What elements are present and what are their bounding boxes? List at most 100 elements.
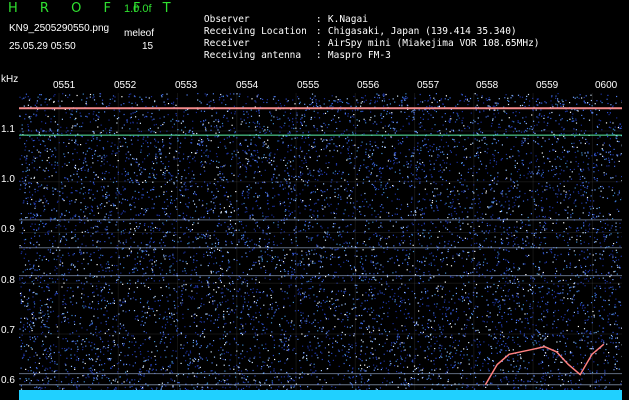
noise-pixel <box>316 128 318 130</box>
noise-pixel <box>312 146 314 148</box>
noise-pixel <box>587 257 589 259</box>
noise-pixel <box>223 114 225 117</box>
noise-pixel <box>578 173 580 175</box>
noise-pixel <box>155 248 157 251</box>
noise-pixel <box>314 191 316 193</box>
noise-pixel <box>496 264 498 266</box>
noise-pixel <box>571 120 574 122</box>
noise-pixel <box>125 141 127 144</box>
noise-pixel <box>114 100 116 102</box>
noise-pixel <box>212 99 215 101</box>
noise-pixel <box>612 279 614 281</box>
noise-pixel <box>173 101 175 103</box>
noise-pixel <box>108 377 110 380</box>
noise-pixel <box>417 103 419 105</box>
noise-pixel <box>489 106 491 108</box>
noise-pixel <box>600 100 602 102</box>
noise-pixel <box>567 324 569 326</box>
noise-pixel <box>516 187 518 189</box>
noise-pixel <box>126 119 128 121</box>
noise-pixel <box>403 182 405 184</box>
noise-pixel <box>214 230 216 232</box>
noise-pixel <box>576 241 578 243</box>
noise-pixel <box>227 299 229 301</box>
noise-pixel <box>573 250 575 252</box>
noise-pixel <box>255 182 257 184</box>
noise-pixel <box>565 196 567 198</box>
noise-pixel <box>574 151 576 153</box>
noise-pixel <box>611 266 613 268</box>
noise-pixel <box>310 374 312 376</box>
noise-pixel <box>429 160 431 162</box>
noise-pixel <box>602 258 604 260</box>
noise-pixel <box>226 311 228 313</box>
noise-pixel <box>365 153 367 155</box>
noise-pixel <box>288 234 290 236</box>
noise-pixel <box>44 101 46 103</box>
noise-pixel <box>153 280 155 282</box>
noise-pixel <box>83 258 85 260</box>
noise-pixel <box>548 365 550 367</box>
noise-pixel <box>214 126 216 128</box>
noise-pixel <box>516 236 518 238</box>
noise-pixel <box>23 353 25 355</box>
noise-pixel <box>609 229 611 231</box>
noise-pixel <box>182 302 184 304</box>
noise-pixel <box>483 102 485 104</box>
noise-pixel <box>56 133 59 135</box>
noise-pixel <box>182 158 185 160</box>
noise-pixel <box>361 302 363 304</box>
noise-pixel <box>342 378 345 380</box>
noise-pixel <box>149 288 151 290</box>
noise-pixel <box>76 269 79 271</box>
noise-pixel <box>257 182 259 184</box>
noise-pixel <box>542 226 544 228</box>
noise-pixel <box>497 385 499 387</box>
noise-pixel <box>535 324 537 326</box>
noise-pixel <box>269 278 271 281</box>
noise-pixel <box>400 371 402 373</box>
noise-pixel <box>393 262 396 264</box>
noise-pixel <box>437 105 439 108</box>
noise-pixel <box>362 294 364 296</box>
noise-pixel <box>175 206 177 208</box>
noise-pixel <box>308 228 310 230</box>
noise-pixel <box>27 309 29 311</box>
noise-pixel <box>341 245 344 248</box>
noise-pixel <box>159 150 161 152</box>
noise-pixel <box>446 371 448 373</box>
noise-pixel <box>113 345 115 347</box>
noise-pixel <box>27 304 29 306</box>
noise-pixel <box>215 184 217 186</box>
noise-pixel <box>450 129 453 131</box>
noise-pixel <box>422 101 424 103</box>
noise-pixel <box>422 281 424 283</box>
noise-pixel <box>460 93 463 95</box>
noise-pixel <box>441 345 443 347</box>
noise-pixel <box>144 158 146 160</box>
noise-pixel <box>215 132 217 134</box>
noise-pixel <box>88 376 90 378</box>
noise-pixel <box>162 366 164 368</box>
noise-pixel <box>619 245 621 247</box>
noise-pixel <box>527 173 529 175</box>
noise-pixel <box>79 126 81 128</box>
noise-pixel <box>345 241 347 243</box>
noise-pixel <box>207 294 209 296</box>
noise-pixel <box>258 241 260 243</box>
noise-pixel <box>555 212 557 214</box>
noise-pixel <box>527 93 530 96</box>
noise-pixel <box>138 198 140 200</box>
noise-pixel <box>605 274 607 276</box>
noise-pixel <box>479 146 481 148</box>
noise-pixel <box>391 112 393 114</box>
noise-pixel <box>68 322 70 324</box>
noise-pixel <box>213 340 215 342</box>
noise-pixel <box>580 170 582 172</box>
noise-pixel <box>397 249 399 251</box>
noise-pixel <box>547 122 549 124</box>
noise-pixel <box>501 144 503 146</box>
noise-pixel <box>75 240 77 242</box>
noise-pixel <box>265 269 267 271</box>
noise-pixel <box>150 357 152 359</box>
